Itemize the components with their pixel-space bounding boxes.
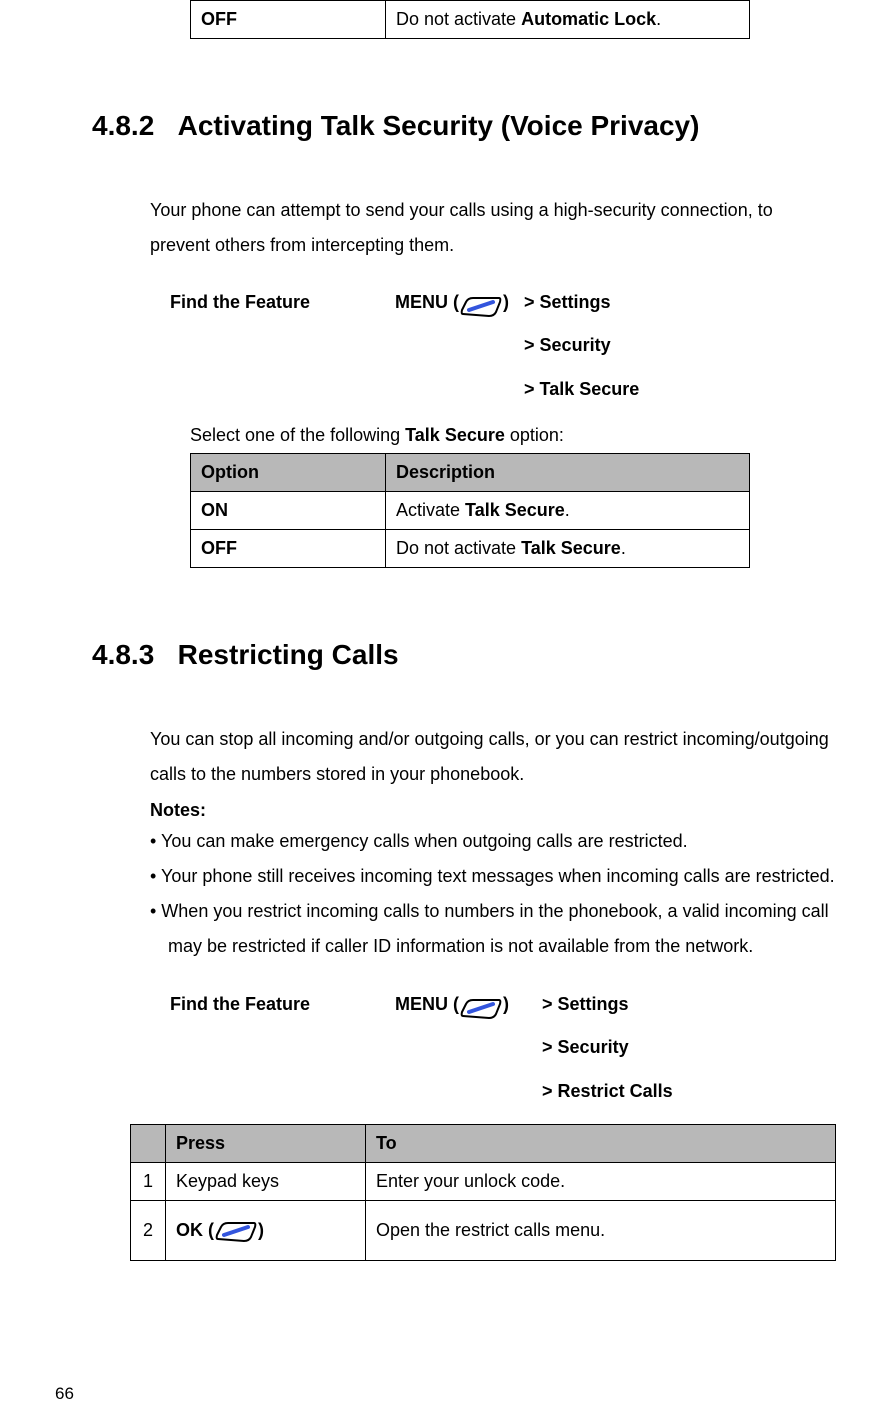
path-item: > Settings — [542, 984, 673, 1025]
find-feature-menu: MENU () — [395, 282, 509, 323]
option-cell: OFF — [191, 529, 386, 567]
table-header-row: Press To — [131, 1125, 836, 1163]
path-item: > Restrict Calls — [542, 1071, 673, 1112]
section-heading-483: 4.8.3 Restricting Calls — [150, 623, 836, 687]
softkey-icon — [459, 994, 503, 1016]
table-row: OFF Do not activate Talk Secure. — [191, 529, 750, 567]
section-body: Your phone can attempt to send your call… — [150, 193, 836, 261]
find-feature-menu: MENU () — [395, 984, 509, 1025]
table-row: 2 OK () Open the restrict calls menu. — [131, 1201, 836, 1261]
path-item: > Settings — [524, 282, 639, 323]
path-item: > Security — [524, 325, 639, 366]
talk-secure-table: Option Description ON Activate Talk Secu… — [190, 453, 750, 568]
automatic-lock-table: OFF Do not activate Automatic Lock. — [190, 0, 750, 39]
find-feature-path: > Settings > Security > Talk Secure — [524, 282, 639, 412]
find-feature-block: Find the Feature MENU () > Settings > Se… — [170, 282, 836, 412]
select-option-line: Select one of the following Talk Secure … — [190, 422, 836, 449]
find-feature-path: > Settings > Security > Restrict Calls — [542, 984, 673, 1114]
description-cell: Do not activate Talk Secure. — [386, 529, 750, 567]
column-header: To — [366, 1125, 836, 1163]
notes-list: • You can make emergency calls when outg… — [150, 824, 836, 964]
column-header: Press — [166, 1125, 366, 1163]
softkey-icon — [459, 292, 503, 314]
section-heading-482: 4.8.2 Activating Talk Security (Voice Pr… — [150, 94, 836, 158]
column-header: Option — [191, 453, 386, 491]
softkey-icon — [214, 1221, 258, 1243]
page-number: 66 — [55, 1381, 74, 1407]
table-row: ON Activate Talk Secure. — [191, 491, 750, 529]
path-item: > Security — [542, 1027, 673, 1068]
find-feature-label: Find the Feature — [170, 282, 390, 323]
notes-label: Notes: — [150, 797, 836, 824]
path-item: > Talk Secure — [524, 369, 639, 410]
find-feature-label: Find the Feature — [170, 984, 390, 1025]
to-cell: Enter your unlock code. — [366, 1163, 836, 1201]
step-number: 1 — [131, 1163, 166, 1201]
option-cell: OFF — [191, 1, 386, 39]
column-header: Description — [386, 453, 750, 491]
list-item: • When you restrict incoming calls to nu… — [150, 894, 836, 964]
table-row: 1 Keypad keys Enter your unlock code. — [131, 1163, 836, 1201]
restrict-calls-steps-table: Press To 1 Keypad keys Enter your unlock… — [130, 1124, 836, 1261]
option-cell: ON — [191, 491, 386, 529]
to-cell: Open the restrict calls menu. — [366, 1201, 836, 1261]
description-cell: Activate Talk Secure. — [386, 491, 750, 529]
find-feature-block: Find the Feature MENU () > Settings > Se… — [170, 984, 836, 1114]
table-header-row: Option Description — [191, 453, 750, 491]
step-number: 2 — [131, 1201, 166, 1261]
press-cell: OK () — [166, 1201, 366, 1261]
list-item: • Your phone still receives incoming tex… — [150, 859, 836, 894]
list-item: • You can make emergency calls when outg… — [150, 824, 836, 859]
section-body: You can stop all incoming and/or outgoin… — [150, 722, 836, 790]
column-header — [131, 1125, 166, 1163]
press-cell: Keypad keys — [166, 1163, 366, 1201]
table-row: OFF Do not activate Automatic Lock. — [191, 1, 750, 39]
description-cell: Do not activate Automatic Lock. — [386, 1, 750, 39]
